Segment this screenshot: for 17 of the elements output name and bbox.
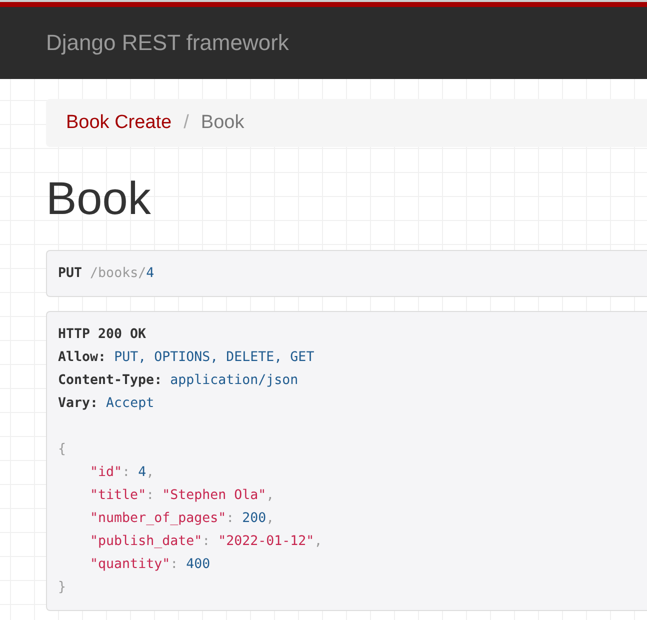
request-line: PUT /books/4 — [58, 264, 156, 283]
header-line: Content-Type: application/json — [58, 372, 300, 390]
code-line: } — [58, 578, 68, 597]
page-heading: Book — [46, 173, 152, 224]
brand-link[interactable]: Django REST framework — [46, 30, 289, 56]
code-line: "publish_date": "2022-01-12", — [89, 532, 324, 551]
header-line: Vary: Accept — [58, 394, 156, 413]
status-line: HTTP 200 OK — [58, 326, 148, 344]
code-line: "quantity": 400 — [89, 556, 212, 574]
code-line: "title": "Stephen Ola", — [89, 486, 276, 505]
breadcrumb-separator: / — [184, 112, 189, 134]
breadcrumb-link[interactable]: Book — [200, 112, 244, 134]
header-line: Allow: PUT, OPTIONS, DELETE, GET — [58, 348, 316, 367]
code-line: "id": 4, — [89, 464, 156, 482]
code-line: "number_of_pages": 200, — [89, 510, 276, 528]
code-line: { — [58, 440, 68, 459]
breadcrumb-link[interactable]: Book Create — [66, 112, 172, 134]
